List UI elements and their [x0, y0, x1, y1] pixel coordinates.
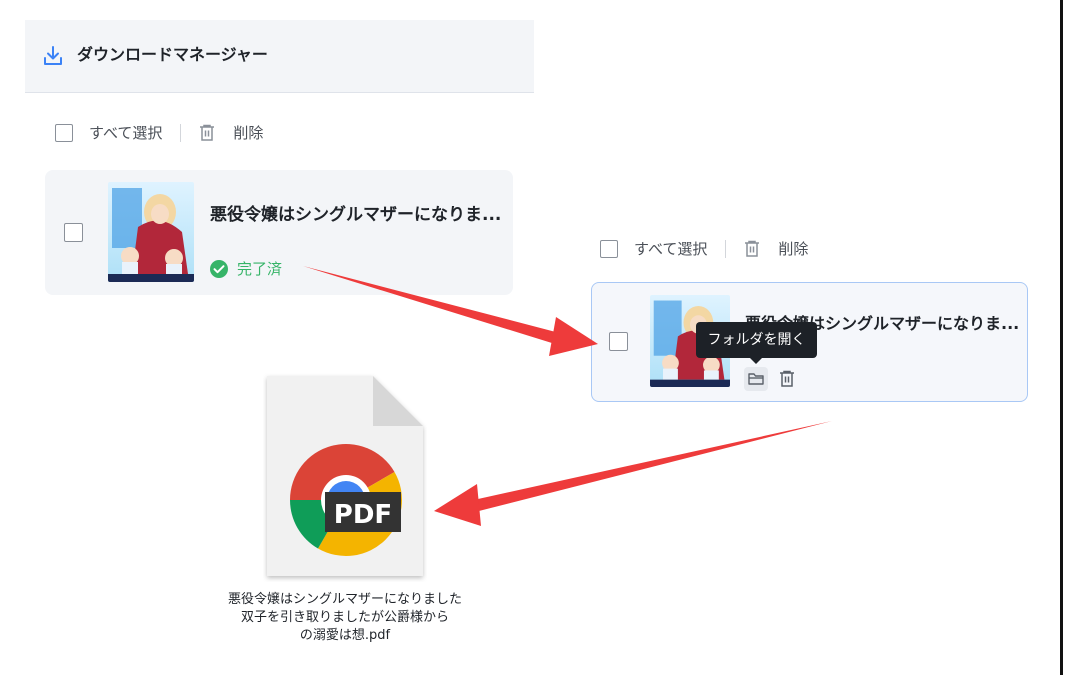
open-folder-button[interactable]: [744, 367, 768, 391]
page-title: ダウンロードマネージャー: [77, 45, 268, 64]
file-name-line-2: 双子を引き取りましたが公爵様から: [240, 610, 449, 625]
pdf-file-icon[interactable]: PDF: [263, 372, 427, 582]
toolbar-divider: [725, 239, 727, 258]
file-name-line-3: の溺愛は想.pdf: [299, 628, 391, 643]
toolbar-divider: [180, 123, 182, 142]
download-icon: [44, 46, 62, 65]
file-name-label[interactable]: 悪役令嬢はシングルマザーになりました 双子を引き取りましたが公爵様から の溺愛は…: [215, 591, 475, 645]
arrow-to-file: [434, 421, 832, 526]
check-circle-icon: [210, 259, 228, 278]
select-all-label[interactable]: すべて選択: [634, 238, 707, 259]
select-all-checkbox[interactable]: [600, 239, 618, 258]
trash-icon[interactable]: [777, 369, 797, 389]
folder-icon: [748, 373, 764, 385]
open-folder-tooltip: フォルダを開く: [696, 322, 817, 364]
pdf-badge-text: PDF: [334, 500, 392, 530]
status-badge: 完了済: [209, 258, 282, 279]
file-name-line-1: 悪役令嬢はシングルマザーになりました: [227, 592, 462, 607]
select-all-label[interactable]: すべて選択: [89, 122, 162, 143]
item-checkbox[interactable]: [64, 223, 83, 242]
select-all-checkbox[interactable]: [55, 123, 73, 142]
item-actions: [744, 367, 797, 391]
download-item-completed[interactable]: 悪役令嬢はシングルマザーになりま... 完了済: [45, 170, 513, 295]
item-title: 悪役令嬢はシングルマザーになりま...: [210, 205, 502, 225]
delete-button[interactable]: 削除: [233, 122, 263, 143]
selection-toolbar: すべて選択 削除: [55, 122, 263, 143]
book-cover-image: [108, 182, 194, 282]
trash-icon[interactable]: [742, 239, 762, 259]
window-edge: [1060, 0, 1068, 675]
item-checkbox[interactable]: [609, 332, 628, 351]
selection-toolbar-2: すべて選択 削除: [600, 238, 808, 259]
download-manager-header: ダウンロードマネージャー: [25, 20, 534, 93]
trash-icon[interactable]: [197, 123, 217, 143]
status-text: 完了済: [237, 260, 283, 278]
delete-button[interactable]: 削除: [778, 238, 808, 259]
